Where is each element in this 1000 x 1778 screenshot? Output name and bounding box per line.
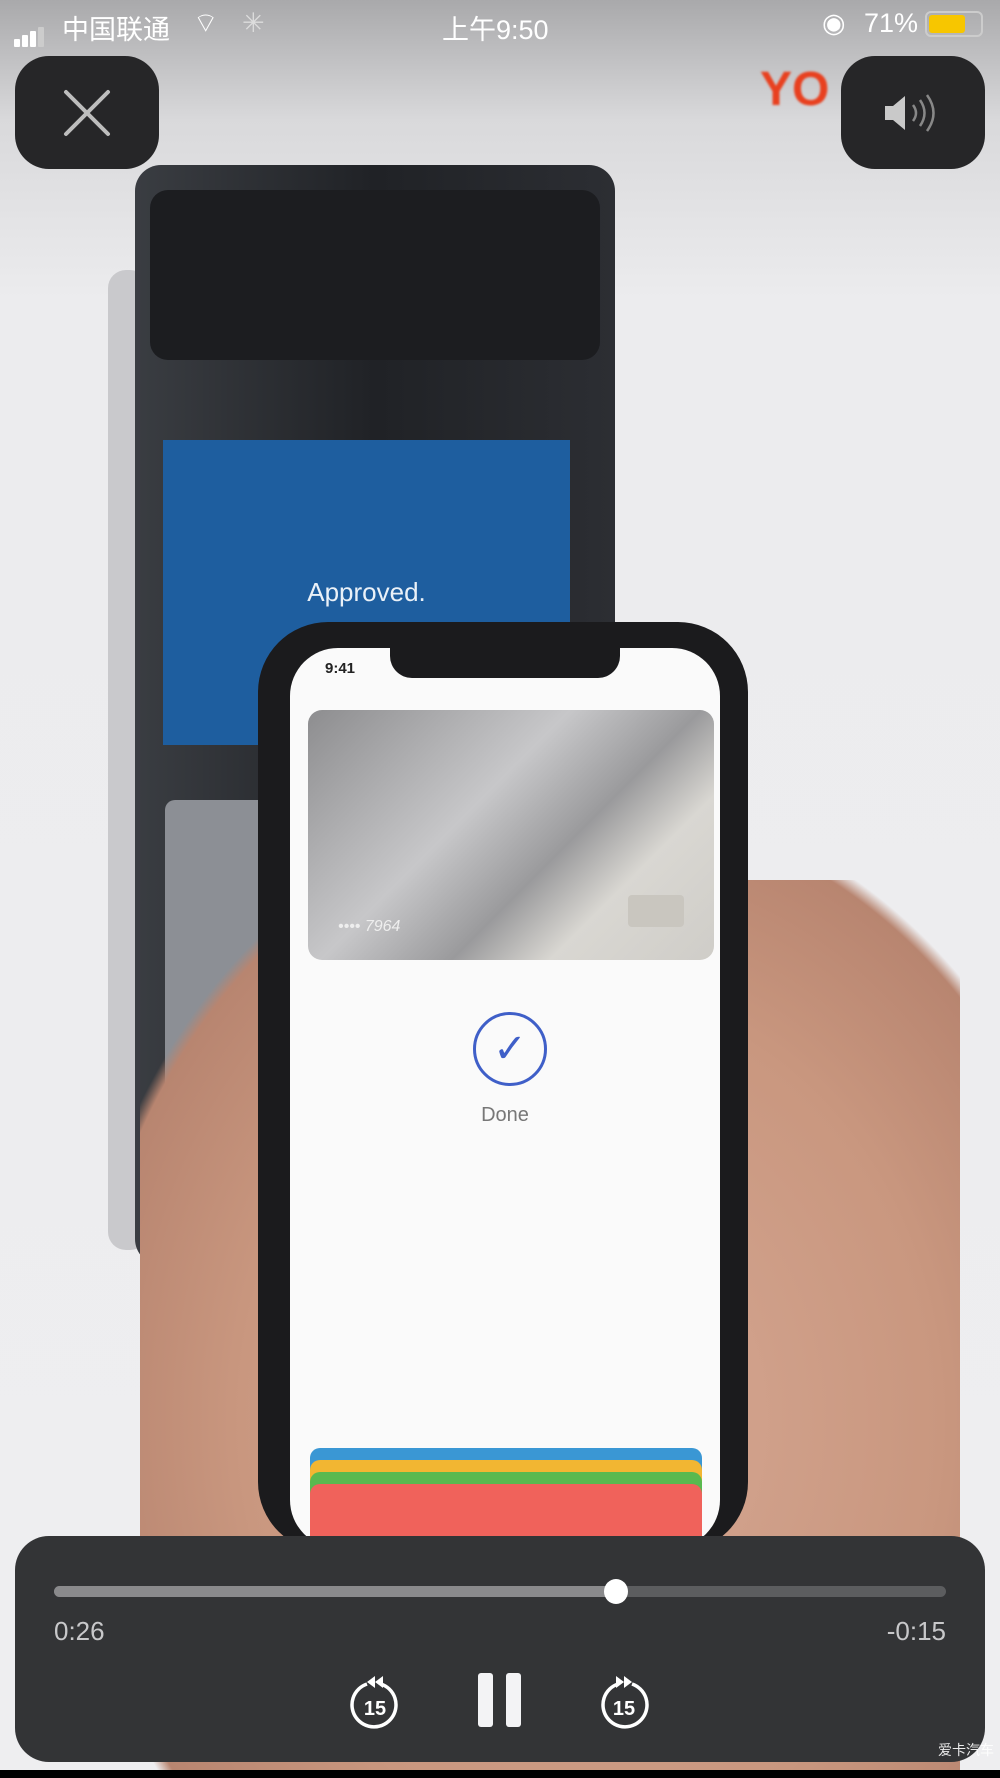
- clock: 上午9:50: [442, 15, 549, 45]
- carrier-name: 中国联通: [62, 15, 170, 45]
- playback-controls: 0:26 -0:15 15 15: [15, 1536, 985, 1762]
- battery-percent: 71%: [864, 8, 919, 38]
- pause-icon: [478, 1673, 521, 1727]
- skip-forward-15-icon: 15: [601, 1676, 649, 1729]
- progress-slider[interactable]: [54, 1579, 946, 1604]
- mute-button[interactable]: [841, 56, 985, 169]
- watermark: 爱卡汽车: [938, 1742, 994, 1758]
- signal-icon: [14, 16, 46, 47]
- terminal-printer: [150, 190, 600, 360]
- brand-logo: YO: [760, 63, 830, 116]
- checkmark-icon: ✓: [473, 1012, 547, 1086]
- skip-forward-button[interactable]: 15: [584, 1660, 664, 1740]
- pause-button[interactable]: [460, 1660, 540, 1740]
- phone-screen: 9:41 •••• 7964 ✓ Done: [290, 648, 720, 1548]
- approved-text: Approved.: [307, 577, 426, 607]
- done-label: Done: [481, 1104, 529, 1126]
- speaker-volume-icon: [885, 93, 935, 132]
- remaining-time: -0:15: [886, 1616, 946, 1646]
- close-button[interactable]: [15, 56, 159, 169]
- wifi-icon: ⌔: [193, 8, 219, 38]
- card-number: •••• 7964: [338, 918, 401, 935]
- skip-back-15-icon: 15: [350, 1676, 398, 1729]
- close-icon: [64, 89, 110, 136]
- battery-icon: [925, 11, 983, 37]
- status-bar: 中国联通 ⌔ ✳ 上午9:50 ◉ 71%: [0, 0, 1000, 50]
- rotation-lock-icon: ◉: [822, 8, 846, 38]
- card-chip: [628, 895, 684, 927]
- phone-notch: [390, 648, 620, 678]
- skip-forward-label: 15: [613, 1698, 635, 1720]
- phone-time: 9:41: [325, 660, 356, 677]
- wallet-card: [310, 1484, 702, 1544]
- skip-back-button[interactable]: 15: [335, 1660, 415, 1740]
- video-player: YO Approved. 9:41 •••• 7964 ✓ Done 中国联通 …: [0, 0, 1000, 1770]
- payment-card: •••• 7964: [308, 710, 714, 960]
- progress-fill: [54, 1586, 616, 1597]
- elapsed-time: 0:26: [54, 1616, 105, 1646]
- progress-thumb[interactable]: [603, 1579, 628, 1604]
- loading-icon: ✳: [242, 8, 265, 38]
- skip-back-label: 15: [364, 1698, 386, 1720]
